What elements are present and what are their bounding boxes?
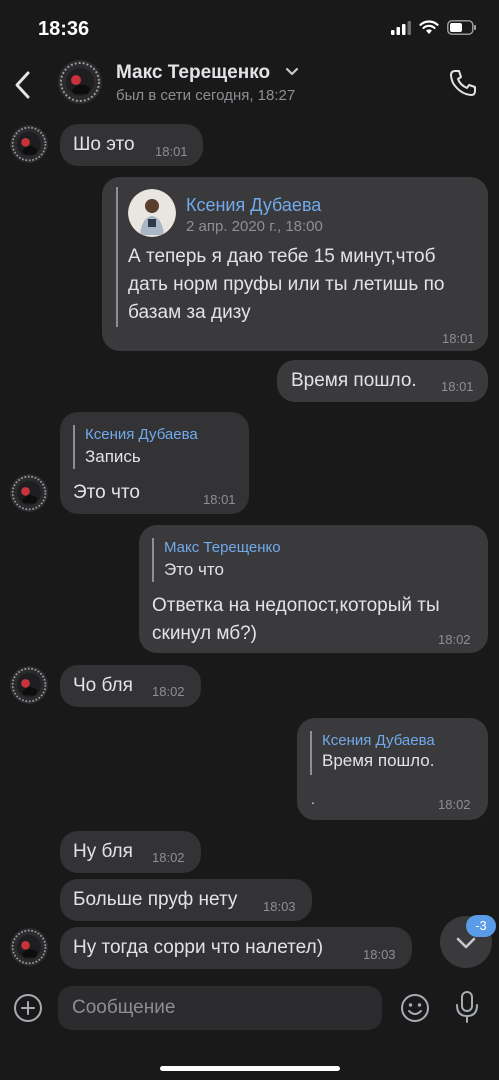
contact-status: был в сети сегодня, 18:27 [116, 87, 296, 104]
chevron-down-icon[interactable] [285, 65, 299, 77]
message-time: 18:01 [442, 331, 475, 346]
reply-text: Время пошло. [322, 751, 435, 770]
mic-icon[interactable] [454, 990, 480, 1024]
message-text: Шо это [73, 134, 135, 155]
message-text: Чо бля [73, 675, 133, 696]
reply-text: Запись [85, 447, 141, 466]
sender-avatar[interactable] [10, 928, 48, 966]
message-time: 18:03 [263, 899, 296, 914]
message-line: А теперь я даю тебе 15 минут,чтоб [128, 246, 436, 267]
reply-author: Ксения Дубаева [322, 732, 435, 749]
message-time: 18:01 [203, 492, 236, 507]
message-bubble-forwarded[interactable]: Ксения Дубаева 2 апр. 2020 г., 18:00 А т… [102, 177, 488, 351]
message-time: 18:02 [152, 684, 185, 699]
message-bubble-outgoing[interactable]: Время пошло. 18:01 [277, 360, 488, 402]
message-time: 18:02 [438, 797, 471, 812]
forward-author-name[interactable]: Ксения Дубаева [186, 195, 321, 216]
message-line: скинул мб?) [152, 623, 257, 644]
sender-avatar[interactable] [10, 666, 48, 704]
message-bubble-incoming[interactable]: Ну тогда сорри что налетел) 18:03 [60, 927, 412, 969]
forward-date: 2 апр. 2020 г., 18:00 [186, 218, 323, 235]
emoji-icon[interactable] [399, 992, 431, 1024]
message-text: Время пошло. [291, 370, 417, 391]
add-icon[interactable] [12, 992, 44, 1024]
forward-author-avatar[interactable] [128, 189, 176, 237]
message-time: 18:01 [441, 379, 474, 394]
message-line: базам за дизу [128, 302, 251, 323]
message-time: 18:03 [363, 947, 396, 962]
message-text: Ну тогда сорри что налетел) [73, 937, 324, 958]
reply-bar [310, 731, 312, 775]
message-bubble-incoming[interactable]: Ну бля 18:02 [60, 831, 201, 873]
message-bubble-incoming[interactable]: Шо это 18:01 [60, 124, 203, 166]
phone-icon[interactable] [448, 68, 478, 98]
message-text: Это что [73, 482, 140, 503]
message-time: 18:01 [155, 144, 188, 159]
sender-avatar[interactable] [10, 474, 48, 512]
message-bubble-incoming[interactable]: Ксения Дубаева Запись Это что 18:01 [60, 412, 249, 514]
signal-icon [391, 20, 411, 35]
reply-text: Это что [164, 560, 224, 579]
message-input[interactable] [58, 986, 382, 1030]
message-bubble-outgoing[interactable]: Макс Терещенко Это что Ответка на недопо… [139, 525, 488, 653]
message-bubble-incoming[interactable]: Больше пруф нету 18:03 [60, 879, 312, 921]
reply-bar [152, 538, 154, 582]
home-indicator [160, 1066, 340, 1071]
reply-bar [73, 425, 75, 469]
message-text: . [311, 791, 315, 807]
status-time: 18:36 [38, 18, 90, 40]
message-text: Больше пруф нету [73, 889, 238, 910]
status-bar: 18:36 [0, 0, 499, 56]
message-bubble-outgoing[interactable]: Ксения Дубаева Время пошло. . 18:02 [297, 718, 488, 820]
message-text: Ну бля [73, 841, 133, 862]
forward-bar [116, 187, 118, 327]
back-arrow-icon[interactable] [12, 68, 34, 102]
avatar[interactable] [58, 60, 102, 104]
message-line: Ответка на недопост,который ты [152, 595, 440, 616]
status-icons [391, 20, 477, 35]
composer [0, 978, 499, 1080]
battery-icon [447, 20, 476, 35]
message-line: дать норм пруфы или ты летишь по [128, 274, 445, 295]
contact-name[interactable]: Макс Терещенко [116, 62, 270, 84]
wifi-icon [419, 20, 439, 34]
message-bubble-incoming[interactable]: Чо бля 18:02 [60, 665, 201, 707]
message-time: 18:02 [438, 632, 471, 647]
message-time: 18:02 [152, 850, 185, 865]
reply-author: Макс Терещенко [164, 539, 281, 556]
chat-header: Макс Терещенко был в сети сегодня, 18:27 [0, 56, 499, 112]
unread-count-badge: -3 [466, 915, 496, 937]
sender-avatar[interactable] [10, 125, 48, 163]
reply-author: Ксения Дубаева [85, 426, 198, 443]
